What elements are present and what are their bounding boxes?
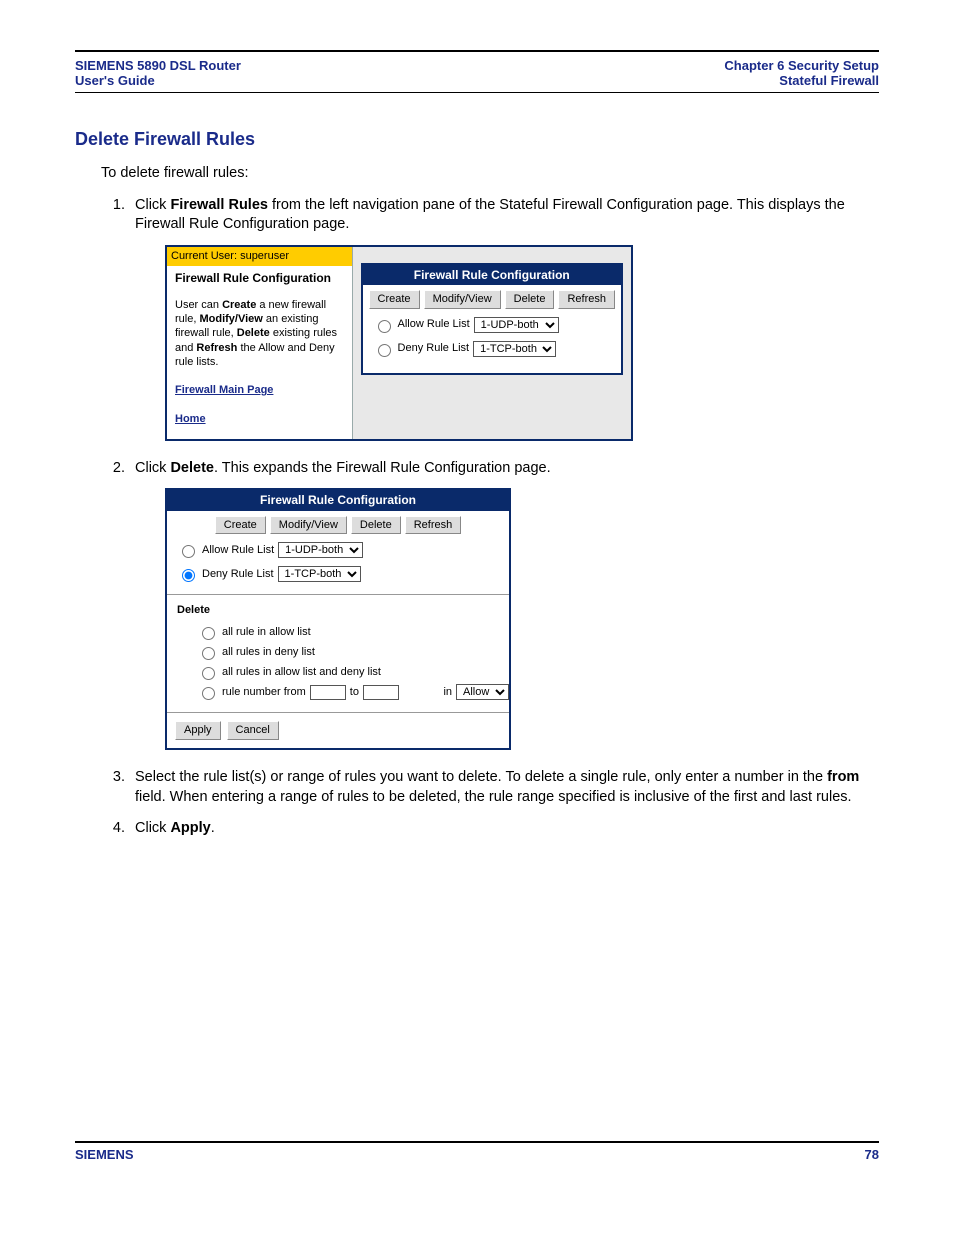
header-left-line1: SIEMENS 5890 DSL Router <box>75 58 241 73</box>
allow-rule-radio[interactable] <box>378 320 391 333</box>
delete-button[interactable]: Delete <box>505 290 555 309</box>
footer-brand: SIEMENS <box>75 1147 134 1162</box>
step2-post: . This expands the Firewall Rule Configu… <box>214 460 551 476</box>
config-box-title-2: Firewall Rule Configuration <box>167 490 509 510</box>
opt-all-allow-label: all rule in allow list <box>222 625 311 640</box>
opt-all-allow-radio[interactable] <box>202 627 215 640</box>
opt-range-radio[interactable] <box>202 687 215 700</box>
deny-rule-select[interactable]: 1-TCP-both <box>473 341 556 357</box>
screenshot-delete-expanded: Firewall Rule Configuration Create Modif… <box>165 488 511 750</box>
allow-rule-label: Allow Rule List <box>398 317 470 332</box>
step2-pre: Click <box>135 460 170 476</box>
step3-bold: from <box>827 769 859 785</box>
config-box-title: Firewall Rule Configuration <box>363 265 621 285</box>
modify-view-button[interactable]: Modify/View <box>424 290 501 309</box>
allow-rule-radio-2[interactable] <box>182 545 195 558</box>
deny-rule-label-2: Deny Rule List <box>202 567 274 582</box>
section-title: Delete Firewall Rules <box>75 129 879 150</box>
page-footer: SIEMENS 78 <box>75 1143 879 1162</box>
deny-rule-select-2[interactable]: 1-TCP-both <box>278 566 361 582</box>
link-home[interactable]: Home <box>175 412 344 427</box>
delete-button-2[interactable]: Delete <box>351 516 401 535</box>
refresh-button[interactable]: Refresh <box>558 290 615 309</box>
opt-range-mid: to <box>350 685 359 700</box>
footer-page-number: 78 <box>865 1147 879 1162</box>
step4-bold: Apply <box>170 820 210 836</box>
refresh-button-2[interactable]: Refresh <box>405 516 462 535</box>
opt-all-both-label: all rules in allow list and deny list <box>222 665 381 680</box>
cancel-button[interactable]: Cancel <box>227 721 279 740</box>
create-button-2[interactable]: Create <box>215 516 266 535</box>
step-2: Click Delete. This expands the Firewall … <box>129 459 879 750</box>
modify-view-button-2[interactable]: Modify/View <box>270 516 347 535</box>
current-user-bar: Current User: superuser <box>167 247 352 266</box>
allow-rule-label-2: Allow Rule List <box>202 543 274 558</box>
step-3: Select the rule list(s) or range of rule… <box>129 768 879 807</box>
step2-bold: Delete <box>170 460 214 476</box>
opt-range-pre: rule number from <box>222 685 306 700</box>
step4-post: . <box>211 820 215 836</box>
range-from-input[interactable] <box>310 685 346 700</box>
deny-rule-radio[interactable] <box>378 344 391 357</box>
step1-bold: Firewall Rules <box>170 197 268 213</box>
help-text: User can Create a new firewall rule, Mod… <box>175 298 344 369</box>
header-right-line1: Chapter 6 Security Setup <box>724 58 879 73</box>
left-panel-title: Firewall Rule Configuration <box>175 270 344 286</box>
step3-pre: Select the rule list(s) or range of rule… <box>135 769 827 785</box>
create-button[interactable]: Create <box>369 290 420 309</box>
allow-rule-select-2[interactable]: 1-UDP-both <box>278 542 363 558</box>
intro-text: To delete firewall rules: <box>101 164 879 184</box>
opt-all-both-radio[interactable] <box>202 667 215 680</box>
allow-rule-select[interactable]: 1-UDP-both <box>474 317 559 333</box>
deny-rule-label: Deny Rule List <box>398 341 470 356</box>
delete-section-label: Delete <box>167 595 509 622</box>
page-header: SIEMENS 5890 DSL Router User's Guide Cha… <box>75 56 879 92</box>
opt-all-deny-radio[interactable] <box>202 647 215 660</box>
step3-post: field. When entering a range of rules to… <box>135 789 852 805</box>
step-4: Click Apply. <box>129 819 879 839</box>
step1-pre: Click <box>135 197 170 213</box>
step-1: Click Firewall Rules from the left navig… <box>129 196 879 441</box>
screenshot-config-page: Current User: superuser Firewall Rule Co… <box>165 245 633 441</box>
apply-button[interactable]: Apply <box>175 721 221 740</box>
header-left-line2: User's Guide <box>75 73 241 88</box>
header-right-line2: Stateful Firewall <box>724 73 879 88</box>
link-firewall-main[interactable]: Firewall Main Page <box>175 383 344 398</box>
deny-rule-radio-2[interactable] <box>182 569 195 582</box>
step4-pre: Click <box>135 820 170 836</box>
opt-range-in: in <box>443 685 452 700</box>
opt-all-deny-label: all rules in deny list <box>222 645 315 660</box>
range-to-input[interactable] <box>363 685 399 700</box>
range-list-select[interactable]: Allow <box>456 684 509 700</box>
